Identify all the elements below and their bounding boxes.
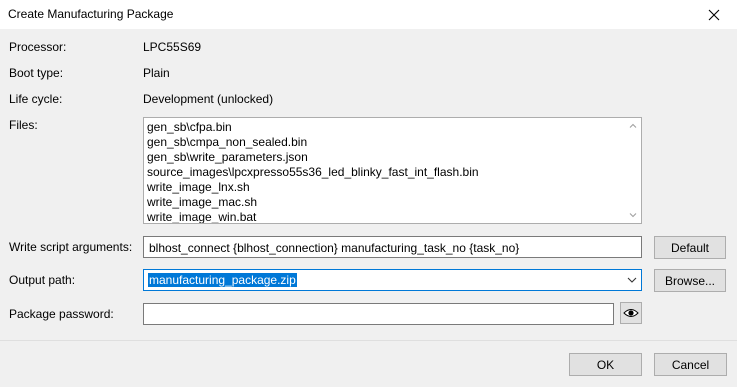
show-password-button[interactable]	[620, 302, 642, 324]
title-bar: Create Manufacturing Package	[0, 0, 737, 29]
processor-label: Processor:	[9, 40, 67, 54]
close-icon	[708, 9, 720, 20]
files-list: gen_sb\cfpa.bin gen_sb\cmpa_non_sealed.b…	[144, 118, 641, 223]
file-item[interactable]: gen_sb\write_parameters.json	[147, 150, 641, 165]
processor-value: LPC55S69	[143, 40, 202, 54]
file-item[interactable]: gen_sb\cfpa.bin	[147, 120, 641, 135]
output-path-combobox[interactable]: manufacturing_package.zip	[143, 269, 642, 291]
boot-type-label: Boot type:	[9, 66, 64, 80]
default-button[interactable]: Default	[654, 236, 726, 259]
file-item[interactable]: write_image_lnx.sh	[147, 180, 641, 195]
chevron-down-icon[interactable]	[627, 276, 637, 284]
file-item[interactable]: source_images\lpcxpresso55s36_led_blinky…	[147, 165, 641, 180]
dialog-footer: OK Cancel	[0, 340, 737, 387]
close-button[interactable]	[691, 0, 737, 29]
files-label: Files:	[9, 118, 38, 132]
output-path-label: Output path:	[9, 273, 76, 287]
write-script-label: Write script arguments:	[9, 240, 133, 254]
browse-button[interactable]: Browse...	[654, 269, 726, 292]
output-path-text-wrap: manufacturing_package.zip	[148, 273, 297, 287]
file-item[interactable]: write_image_mac.sh	[147, 195, 641, 210]
write-script-input[interactable]: blhost_connect {blhost_connection} manuf…	[143, 236, 642, 258]
life-cycle-label: Life cycle:	[9, 92, 63, 106]
package-password-input[interactable]	[143, 303, 614, 325]
eye-icon	[623, 309, 639, 317]
boot-type-value: Plain	[143, 66, 170, 80]
cancel-button[interactable]: Cancel	[654, 353, 727, 376]
file-item[interactable]: gen_sb\cmpa_non_sealed.bin	[147, 135, 641, 150]
scroll-up-icon[interactable]	[629, 122, 637, 130]
scroll-down-icon[interactable]	[629, 211, 637, 219]
ok-button[interactable]: OK	[569, 353, 642, 376]
files-listbox[interactable]: gen_sb\cfpa.bin gen_sb\cmpa_non_sealed.b…	[143, 117, 642, 224]
output-path-value: manufacturing_package.zip	[148, 273, 297, 287]
life-cycle-value: Development (unlocked)	[143, 92, 274, 106]
window-title: Create Manufacturing Package	[8, 7, 174, 21]
file-item[interactable]: write_image_win.bat	[147, 210, 641, 223]
write-script-value: blhost_connect {blhost_connection} manuf…	[149, 241, 520, 255]
files-scrollbar[interactable]	[625, 118, 641, 223]
package-password-label: Package password:	[9, 307, 114, 321]
